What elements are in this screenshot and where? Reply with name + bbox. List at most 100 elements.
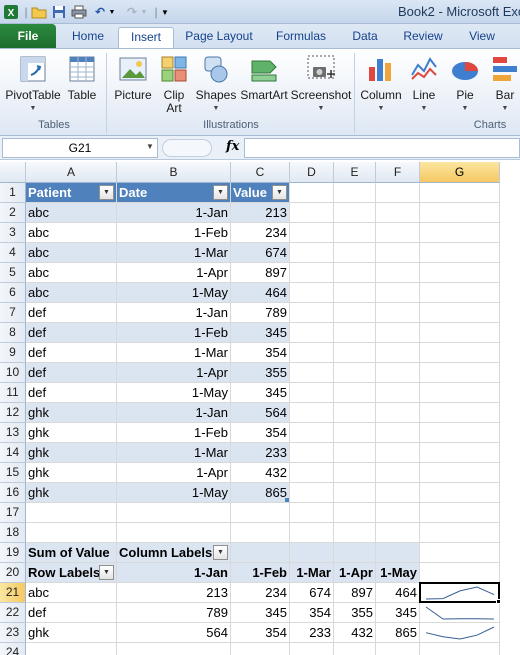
table-cell-value[interactable]: 354 [231,343,290,363]
grid-cell[interactable] [334,643,376,655]
row-header-24[interactable]: 24 [0,643,26,655]
row-header-1[interactable]: 1 [0,183,26,203]
column-header-g[interactable]: G [420,162,500,183]
grid-cell[interactable] [117,523,231,543]
tab-insert[interactable]: Insert [118,27,174,48]
grid-cell[interactable] [117,503,231,523]
bar-chart-button[interactable]: Bar ▼ [488,53,520,115]
row-header-12[interactable]: 12 [0,403,26,423]
table-cell-value[interactable]: 345 [231,323,290,343]
grid-cell[interactable] [420,343,500,363]
grid-cell[interactable] [420,543,500,563]
table-cell-value[interactable]: 789 [231,303,290,323]
pivot-value-cell[interactable]: 464 [376,583,420,603]
row-header-19[interactable]: 19 [0,543,26,563]
sparkline[interactable] [420,623,500,643]
row-header-6[interactable]: 6 [0,283,26,303]
formula-cancel-enter-control[interactable] [162,139,212,157]
grid-cell[interactable] [420,523,500,543]
grid-cell[interactable] [26,643,117,655]
table-cell-date[interactable]: 1-May [117,283,231,303]
table-header-cell[interactable]: Patient ▼ [26,183,117,203]
grid-cell[interactable] [376,183,420,203]
pivot-month-header[interactable]: 1-Mar [290,563,334,583]
grid-cell[interactable] [420,443,500,463]
grid-cell[interactable] [334,283,376,303]
print-icon[interactable] [70,3,88,21]
table-cell-value[interactable]: 897 [231,263,290,283]
grid-cell[interactable] [420,183,500,203]
grid-cell[interactable] [290,323,334,343]
grid-cell[interactable] [290,503,334,523]
pivot-month-header[interactable]: 1-Apr [334,563,376,583]
table-cell-patient[interactable]: def [26,303,117,323]
grid-cell[interactable] [290,423,334,443]
pivot-value-cell[interactable]: 865 [376,623,420,643]
grid-cell[interactable] [376,223,420,243]
grid-cell[interactable] [420,323,500,343]
grid-cell[interactable] [290,183,334,203]
grid-cell[interactable] [334,203,376,223]
grid-cell[interactable] [420,643,500,655]
customize-toolbar-icon[interactable]: ▼ [160,3,170,21]
grid-cell[interactable] [290,483,334,503]
grid-cell[interactable] [420,383,500,403]
tab-home[interactable]: Home [64,27,112,48]
column-header-a[interactable]: A [26,162,117,183]
grid-cell[interactable] [290,303,334,323]
row-header-18[interactable]: 18 [0,523,26,543]
grid-cell[interactable] [290,443,334,463]
pivot-value-cell[interactable]: 354 [231,623,290,643]
table-cell-patient[interactable]: def [26,323,117,343]
grid-cell[interactable] [334,423,376,443]
table-cell-patient[interactable]: abc [26,243,117,263]
table-cell-date[interactable]: 1-Jan [117,303,231,323]
worksheet-grid[interactable]: A B C D E F G 1 2 3 4 5 6 7 8 9 10 11 12 13 14 15 16 17 18 19 20 21… [0,162,520,655]
grid-cell[interactable] [290,223,334,243]
row-header-11[interactable]: 11 [0,383,26,403]
grid-cell[interactable] [420,283,500,303]
pivot-value-cell[interactable]: 789 [117,603,231,623]
pivot-header-cell[interactable] [290,543,334,563]
pivot-sum-label[interactable]: Sum of Value [26,543,117,563]
table-cell-date[interactable]: 1-Apr [117,463,231,483]
table-cell-date[interactable]: 1-Feb [117,223,231,243]
grid-cell[interactable] [376,343,420,363]
row-header-5[interactable]: 5 [0,263,26,283]
table-cell-patient[interactable]: ghk [26,483,117,503]
table-resize-handle[interactable] [285,498,289,502]
table-cell-date[interactable]: 1-Jan [117,203,231,223]
redo-icon[interactable]: ↷ [124,3,140,21]
table-cell-patient[interactable]: def [26,363,117,383]
pivot-value-cell[interactable]: 233 [290,623,334,643]
formula-input[interactable] [244,138,520,158]
row-header-17[interactable]: 17 [0,503,26,523]
table-cell-date[interactable]: 1-Feb [117,423,231,443]
grid-cell[interactable] [290,643,334,655]
pivot-row-labels[interactable]: Row Labels ▼ [26,563,117,583]
open-folder-icon[interactable] [30,3,48,21]
table-cell-value[interactable]: 432 [231,463,290,483]
pivot-value-cell[interactable]: 234 [231,583,290,603]
clip-art-button[interactable]: Clip Art [158,53,190,114]
table-cell-date[interactable]: 1-May [117,483,231,503]
table-cell-patient[interactable]: ghk [26,423,117,443]
sparkline[interactable] [420,603,500,623]
filter-dropdown-icon[interactable]: ▼ [99,185,114,200]
row-header-8[interactable]: 8 [0,323,26,343]
grid-cell[interactable] [376,483,420,503]
grid-cell[interactable] [334,303,376,323]
column-header-e[interactable]: E [334,162,376,183]
table-cell-value[interactable]: 464 [231,283,290,303]
grid-cell[interactable] [26,523,117,543]
pivot-header-cell[interactable] [376,543,420,563]
grid-cell[interactable] [420,563,500,583]
grid-cell[interactable] [26,503,117,523]
grid-cell[interactable] [334,403,376,423]
pivot-value-cell[interactable]: 213 [117,583,231,603]
grid-cell[interactable] [376,423,420,443]
table-cell-value[interactable]: 345 [231,383,290,403]
pivot-value-cell[interactable]: 355 [334,603,376,623]
row-header-10[interactable]: 10 [0,363,26,383]
pivot-value-cell[interactable]: 345 [376,603,420,623]
